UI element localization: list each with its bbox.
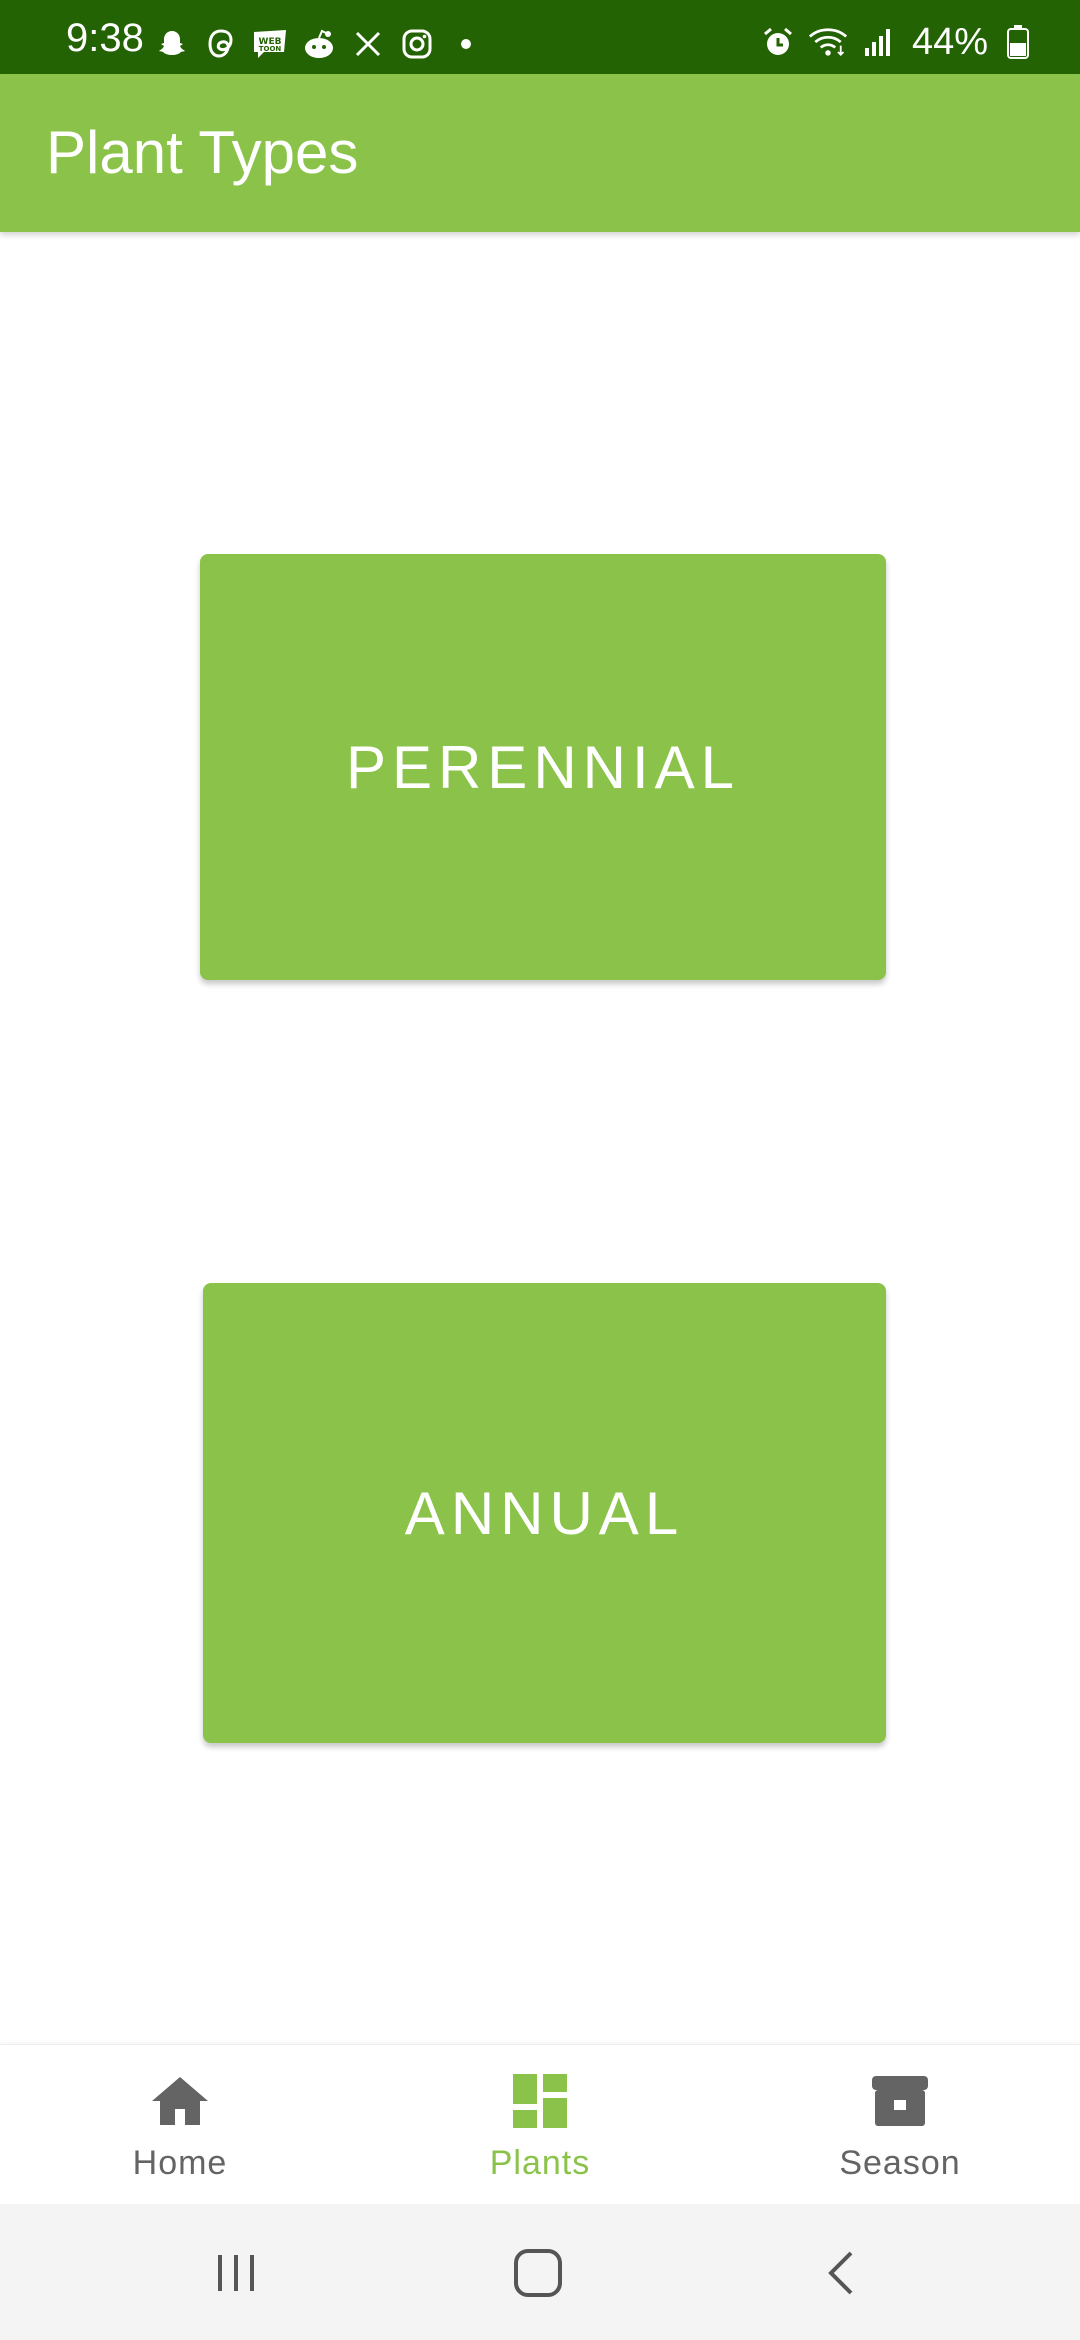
threads-icon <box>203 26 239 62</box>
snapchat-icon <box>154 26 190 62</box>
perennial-button[interactable]: PERENNIAL <box>200 554 886 980</box>
page-title: Plant Types <box>46 119 359 186</box>
dashboard-icon <box>510 2071 570 2131</box>
archive-icon <box>870 2071 930 2131</box>
reddit-icon <box>301 26 337 62</box>
home-icon <box>150 2071 210 2131</box>
nav-label-season: Season <box>839 2144 961 2182</box>
home-outline-icon[interactable] <box>503 2238 573 2308</box>
dot-icon <box>448 26 484 62</box>
x-icon <box>350 26 386 62</box>
battery-percent: 44% <box>911 21 988 63</box>
system-status-icons: 44% <box>748 22 1038 62</box>
svg-text:TOON: TOON <box>259 45 282 53</box>
nav-label-home: Home <box>132 2144 228 2182</box>
status-time: 9:38 <box>66 16 144 60</box>
notification-icons: WEB TOON <box>154 26 497 62</box>
alarm-icon <box>758 22 798 62</box>
instagram-icon <box>399 26 435 62</box>
annual-button[interactable]: ANNUAL <box>203 1283 886 1743</box>
webtoon-icon: WEB TOON <box>252 26 288 62</box>
wifi-icon <box>808 22 848 62</box>
nav-item-home[interactable]: Home <box>0 2045 360 2205</box>
back-icon[interactable] <box>805 2238 875 2308</box>
nav-item-plants[interactable]: Plants <box>360 2045 720 2205</box>
signal-icon <box>858 22 898 62</box>
system-navigation-bar <box>0 2204 1080 2340</box>
recents-icon[interactable] <box>201 2238 271 2308</box>
nav-item-season[interactable]: Season <box>720 2045 1080 2205</box>
status-bar: 9:38 WEB TOON 44% <box>0 0 1080 74</box>
bottom-navigation: Home Plants Season <box>0 2044 1080 2205</box>
battery-icon <box>998 22 1038 62</box>
nav-label-plants: Plants <box>489 2144 591 2182</box>
app-bar: Plant Types <box>0 74 1080 232</box>
